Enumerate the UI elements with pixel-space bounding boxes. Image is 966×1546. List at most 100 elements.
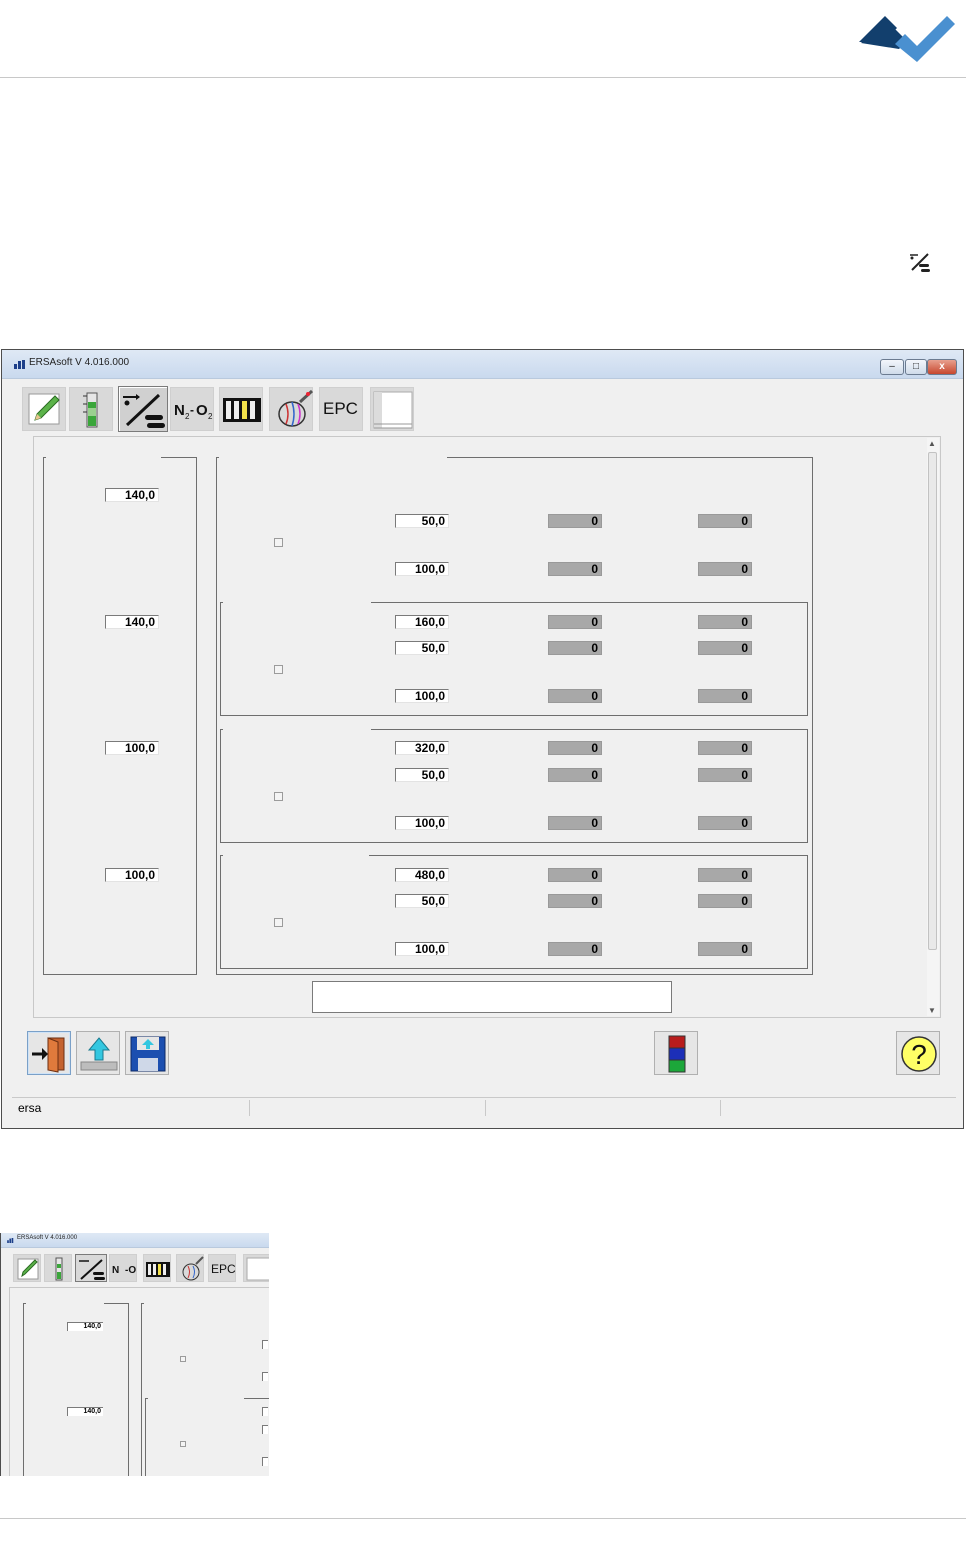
zone-2-caption-gap: [223, 601, 371, 604]
preview-title: ERSAsoft V 4.016.000: [17, 1235, 78, 1241]
preview-table-button[interactable]: [243, 1254, 269, 1282]
close-button[interactable]: x: [927, 359, 957, 375]
zone-4-row-2-value[interactable]: 50,0: [395, 894, 449, 908]
ersasoft-window: ERSAsoft V 4.016.000 – □ x N 2 - O 2 EPC…: [1, 349, 964, 1129]
preview-zone-2-field-edge-2[interactable]: [262, 1425, 268, 1434]
app-icon: [14, 360, 25, 369]
toolbar-table-button[interactable]: [370, 387, 414, 431]
toolbar-temperature-button[interactable]: [69, 387, 113, 431]
zone-2-row-3-value[interactable]: 100,0: [395, 689, 449, 703]
zone-1-row-2-value[interactable]: 100,0: [395, 562, 449, 576]
preview-edit-button[interactable]: [13, 1254, 41, 1282]
svg-text:?: ?: [911, 1039, 927, 1070]
toolbar-conveyor-button[interactable]: [118, 386, 168, 432]
preview-zone-2-group: [145, 1398, 269, 1476]
status-cell-4: [721, 1100, 955, 1116]
toolbar-flux-button[interactable]: [269, 387, 314, 431]
preview-epc-button[interactable]: EPC: [208, 1254, 236, 1282]
preview-zone-1-field-edge-2[interactable]: [262, 1372, 268, 1381]
save-button[interactable]: [125, 1031, 169, 1075]
preview-zone-2-checkbox[interactable]: [180, 1441, 186, 1447]
zone-3-caption-gap: [223, 728, 371, 731]
zone-1-checkbox[interactable]: [274, 538, 283, 547]
preview-zone-2-field-edge-1[interactable]: [262, 1407, 268, 1416]
scroll-thumb[interactable]: [928, 452, 937, 950]
zone-4-row-1-value[interactable]: 480,0: [395, 868, 449, 882]
preview-temperature-button[interactable]: [44, 1254, 72, 1282]
preview-zone-2-field-edge-3[interactable]: [262, 1457, 268, 1466]
preview-heater-bars-icon: [146, 1262, 170, 1277]
preview-thermometer-icon: [55, 1257, 63, 1281]
preview-left-caption-gap: [26, 1302, 104, 1305]
preview-n2-o2-icon: N -O: [112, 1265, 136, 1276]
exit-button[interactable]: [27, 1031, 71, 1075]
zone-3-checkbox[interactable]: [274, 792, 283, 801]
zone-2-row-1-value[interactable]: 160,0: [395, 615, 449, 629]
status-cell-2: [250, 1100, 486, 1116]
zone-4-row-3-actual: 0: [548, 942, 602, 956]
zone-3-row-3-output: 0: [698, 816, 752, 830]
preview-epc-icon: EPC: [211, 1262, 236, 1276]
zone-3-row-2-actual: 0: [548, 768, 602, 782]
help-button[interactable]: ?: [896, 1031, 940, 1075]
upload-button[interactable]: [76, 1031, 120, 1075]
preview-title-bar: ERSAsoft V 4.016.000: [1, 1233, 269, 1248]
toolbar-n2-o2-button[interactable]: N 2 - O 2: [170, 387, 214, 431]
epc-icon: EPC: [323, 399, 358, 418]
footer-rule: [0, 1518, 966, 1519]
left-value-2[interactable]: 140,0: [105, 615, 159, 629]
zone-4-checkbox[interactable]: [274, 918, 283, 927]
preview-table-grid-icon: [246, 1257, 269, 1281]
zone-1-row-2-actual: 0: [548, 562, 602, 576]
minimize-button[interactable]: –: [880, 359, 904, 375]
heater-bars-icon: [223, 398, 261, 422]
left-value-1[interactable]: 140,0: [105, 488, 159, 502]
zone-4-caption-gap: [223, 854, 369, 857]
zone-2-row-1-output: 0: [698, 615, 752, 629]
help-icon: ?: [901, 1036, 937, 1072]
toolbar-epc-button[interactable]: EPC: [319, 387, 363, 431]
preview-left-value-2[interactable]: 140,0: [67, 1407, 103, 1416]
zone-3-row-1-actual: 0: [548, 741, 602, 755]
svg-text:2: 2: [208, 412, 213, 421]
zone-3-row-2-value[interactable]: 50,0: [395, 768, 449, 782]
zone-4-row-3-value[interactable]: 100,0: [395, 942, 449, 956]
zone-3-row-2-output: 0: [698, 768, 752, 782]
preview-right-caption-gap: [144, 1302, 269, 1305]
right-group-caption-gap: [219, 456, 447, 459]
svg-text:N: N: [112, 1265, 119, 1276]
toolbar-heater-button[interactable]: [219, 387, 263, 431]
preview-zone-1-checkbox[interactable]: [180, 1356, 186, 1362]
status-bar: ersa: [12, 1097, 956, 1118]
zone-2-checkbox[interactable]: [274, 665, 283, 674]
left-value-3[interactable]: 100,0: [105, 741, 159, 755]
maximize-button[interactable]: □: [905, 359, 927, 375]
zone-4-row-2-actual: 0: [548, 894, 602, 908]
preview-n2-o2-button[interactable]: N -O: [109, 1254, 137, 1282]
preview-window: ERSAsoft V 4.016.000 N -O EPC 140,0 140,…: [0, 1233, 269, 1476]
preview-conveyor-icon: [79, 1259, 105, 1280]
left-value-4[interactable]: 100,0: [105, 868, 159, 882]
zone-2-row-2-value[interactable]: 50,0: [395, 641, 449, 655]
scroll-down-icon[interactable]: ▼: [928, 1006, 936, 1015]
color-status-button[interactable]: [654, 1031, 698, 1075]
preview-heater-button[interactable]: [143, 1254, 171, 1282]
zone-4-row-1-actual: 0: [548, 868, 602, 882]
zone-3-row-3-value[interactable]: 100,0: [395, 816, 449, 830]
color-status-icon: [668, 1035, 686, 1073]
svg-text:-O: -O: [125, 1265, 136, 1276]
preview-left-value-1[interactable]: 140,0: [67, 1322, 103, 1331]
preview-app-icon: [7, 1238, 14, 1243]
preview-flux-button[interactable]: [176, 1254, 204, 1282]
toolbar-edit-button[interactable]: [22, 387, 66, 431]
zone-2-row-2-actual: 0: [548, 641, 602, 655]
title-bar: ERSAsoft V 4.016.000 – □ x: [2, 350, 963, 379]
preview-conveyor-button[interactable]: [75, 1254, 107, 1282]
left-group-box: [43, 457, 197, 975]
preview-zone-1-field-edge-1[interactable]: [262, 1340, 268, 1349]
zone-3-row-1-value[interactable]: 320,0: [395, 741, 449, 755]
zone-1-row-1-value[interactable]: 50,0: [395, 514, 449, 528]
status-user: ersa: [18, 1101, 42, 1115]
zone-2-row-1-actual: 0: [548, 615, 602, 629]
scroll-up-icon[interactable]: ▲: [928, 439, 936, 448]
